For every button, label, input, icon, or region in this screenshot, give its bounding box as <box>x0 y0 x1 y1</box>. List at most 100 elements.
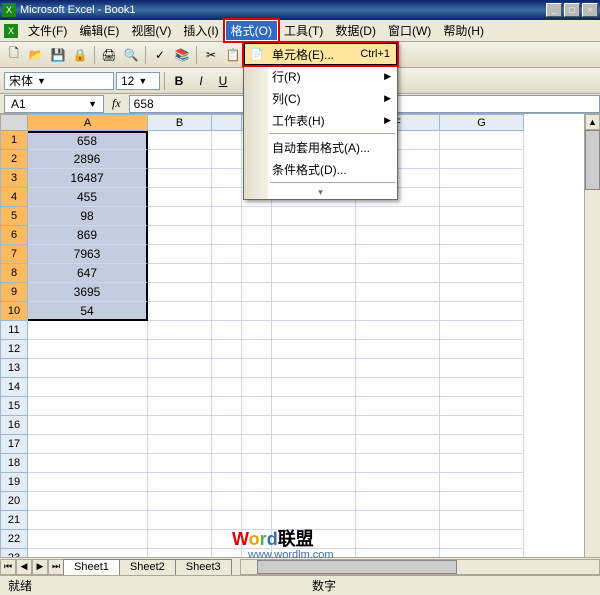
scroll-thumb[interactable] <box>257 560 457 574</box>
tab-last-icon[interactable]: ⏭ <box>48 559 64 575</box>
row-header[interactable]: 21 <box>0 511 28 530</box>
menu-tools[interactable]: 工具(T) <box>278 20 329 41</box>
cell[interactable] <box>272 321 356 340</box>
row-header[interactable]: 10 <box>0 302 28 321</box>
cell[interactable] <box>148 226 212 245</box>
col-header-hidden[interactable] <box>212 114 242 131</box>
cell[interactable] <box>440 416 524 435</box>
row-header[interactable]: 2 <box>0 150 28 169</box>
cell[interactable] <box>440 454 524 473</box>
row-header[interactable]: 19 <box>0 473 28 492</box>
cell[interactable] <box>242 435 272 454</box>
cell[interactable] <box>28 511 148 530</box>
cell[interactable] <box>356 226 440 245</box>
cell[interactable] <box>212 188 242 207</box>
cell[interactable] <box>28 378 148 397</box>
cell[interactable] <box>356 473 440 492</box>
scroll-thumb[interactable] <box>585 130 600 190</box>
cell[interactable]: 3695 <box>28 283 148 302</box>
cell[interactable] <box>356 283 440 302</box>
cell[interactable] <box>356 321 440 340</box>
cell[interactable]: 7963 <box>28 245 148 264</box>
cell[interactable] <box>242 321 272 340</box>
cell[interactable] <box>148 473 212 492</box>
cell[interactable] <box>148 245 212 264</box>
tab-first-icon[interactable]: ⏮ <box>0 559 16 575</box>
cell[interactable] <box>272 492 356 511</box>
cell[interactable] <box>212 473 242 492</box>
menu-edit[interactable]: 编辑(E) <box>73 20 125 41</box>
row-header[interactable]: 13 <box>0 359 28 378</box>
cell[interactable] <box>148 378 212 397</box>
fx-icon[interactable]: fx <box>112 96 121 111</box>
cell[interactable] <box>356 416 440 435</box>
cell[interactable] <box>272 207 356 226</box>
cell[interactable] <box>28 492 148 511</box>
cell[interactable] <box>356 340 440 359</box>
cell[interactable] <box>440 302 524 321</box>
row-header[interactable]: 6 <box>0 226 28 245</box>
row-header[interactable]: 14 <box>0 378 28 397</box>
cell[interactable] <box>148 397 212 416</box>
cell[interactable] <box>212 131 242 150</box>
cell[interactable] <box>440 549 524 557</box>
cell[interactable] <box>440 264 524 283</box>
cell[interactable] <box>212 321 242 340</box>
cell[interactable] <box>148 264 212 283</box>
cell[interactable] <box>272 416 356 435</box>
menu-item-conditional-format[interactable]: 条件格式(D)... <box>244 158 397 180</box>
cell[interactable] <box>148 131 212 150</box>
row-header[interactable]: 3 <box>0 169 28 188</box>
cell[interactable] <box>28 530 148 549</box>
cell[interactable] <box>356 264 440 283</box>
cell[interactable] <box>242 283 272 302</box>
close-window-button[interactable]: × <box>582 3 598 17</box>
menu-file[interactable]: 文件(F) <box>22 20 73 41</box>
cell[interactable] <box>440 131 524 150</box>
cell[interactable] <box>212 435 242 454</box>
cell[interactable] <box>28 321 148 340</box>
row-header[interactable]: 22 <box>0 530 28 549</box>
row-header[interactable]: 5 <box>0 207 28 226</box>
cell[interactable] <box>148 188 212 207</box>
menu-view[interactable]: 视图(V) <box>125 20 177 41</box>
cell[interactable] <box>272 378 356 397</box>
cell[interactable] <box>272 226 356 245</box>
cell[interactable]: 658 <box>28 131 148 150</box>
cell[interactable] <box>272 397 356 416</box>
print-icon[interactable]: 🖨 <box>99 45 119 65</box>
cell[interactable] <box>272 340 356 359</box>
cell[interactable] <box>272 302 356 321</box>
maximize-button[interactable]: □ <box>564 3 580 17</box>
sheet-tab-2[interactable]: Sheet2 <box>119 559 176 575</box>
menu-insert[interactable]: 插入(I) <box>177 20 224 41</box>
cell[interactable] <box>356 454 440 473</box>
row-header[interactable]: 18 <box>0 454 28 473</box>
cell[interactable] <box>148 321 212 340</box>
menu-item-cells[interactable]: 📄 单元格(E)... Ctrl+1 <box>244 43 397 65</box>
cell[interactable] <box>148 549 212 557</box>
italic-button[interactable]: I <box>191 71 211 91</box>
menu-item-sheet[interactable]: 工作表(H) ▶ <box>244 109 397 131</box>
cell[interactable] <box>272 473 356 492</box>
cell[interactable] <box>440 378 524 397</box>
cell[interactable] <box>272 454 356 473</box>
cell[interactable] <box>148 169 212 188</box>
cell[interactable] <box>440 188 524 207</box>
cell[interactable] <box>356 492 440 511</box>
menu-item-column[interactable]: 列(C) ▶ <box>244 87 397 109</box>
cell[interactable] <box>28 397 148 416</box>
permission-icon[interactable]: 🔒 <box>70 45 90 65</box>
cell[interactable] <box>356 511 440 530</box>
preview-icon[interactable]: 🔍 <box>121 45 141 65</box>
name-box[interactable]: A1 ▼ <box>4 95 104 113</box>
cell[interactable] <box>28 435 148 454</box>
new-icon[interactable]: 🗋 <box>4 45 24 65</box>
row-header[interactable]: 17 <box>0 435 28 454</box>
row-header[interactable]: 8 <box>0 264 28 283</box>
cell[interactable] <box>212 245 242 264</box>
tab-prev-icon[interactable]: ◀ <box>16 559 32 575</box>
cell[interactable] <box>212 264 242 283</box>
cell[interactable] <box>272 264 356 283</box>
cell[interactable] <box>272 435 356 454</box>
